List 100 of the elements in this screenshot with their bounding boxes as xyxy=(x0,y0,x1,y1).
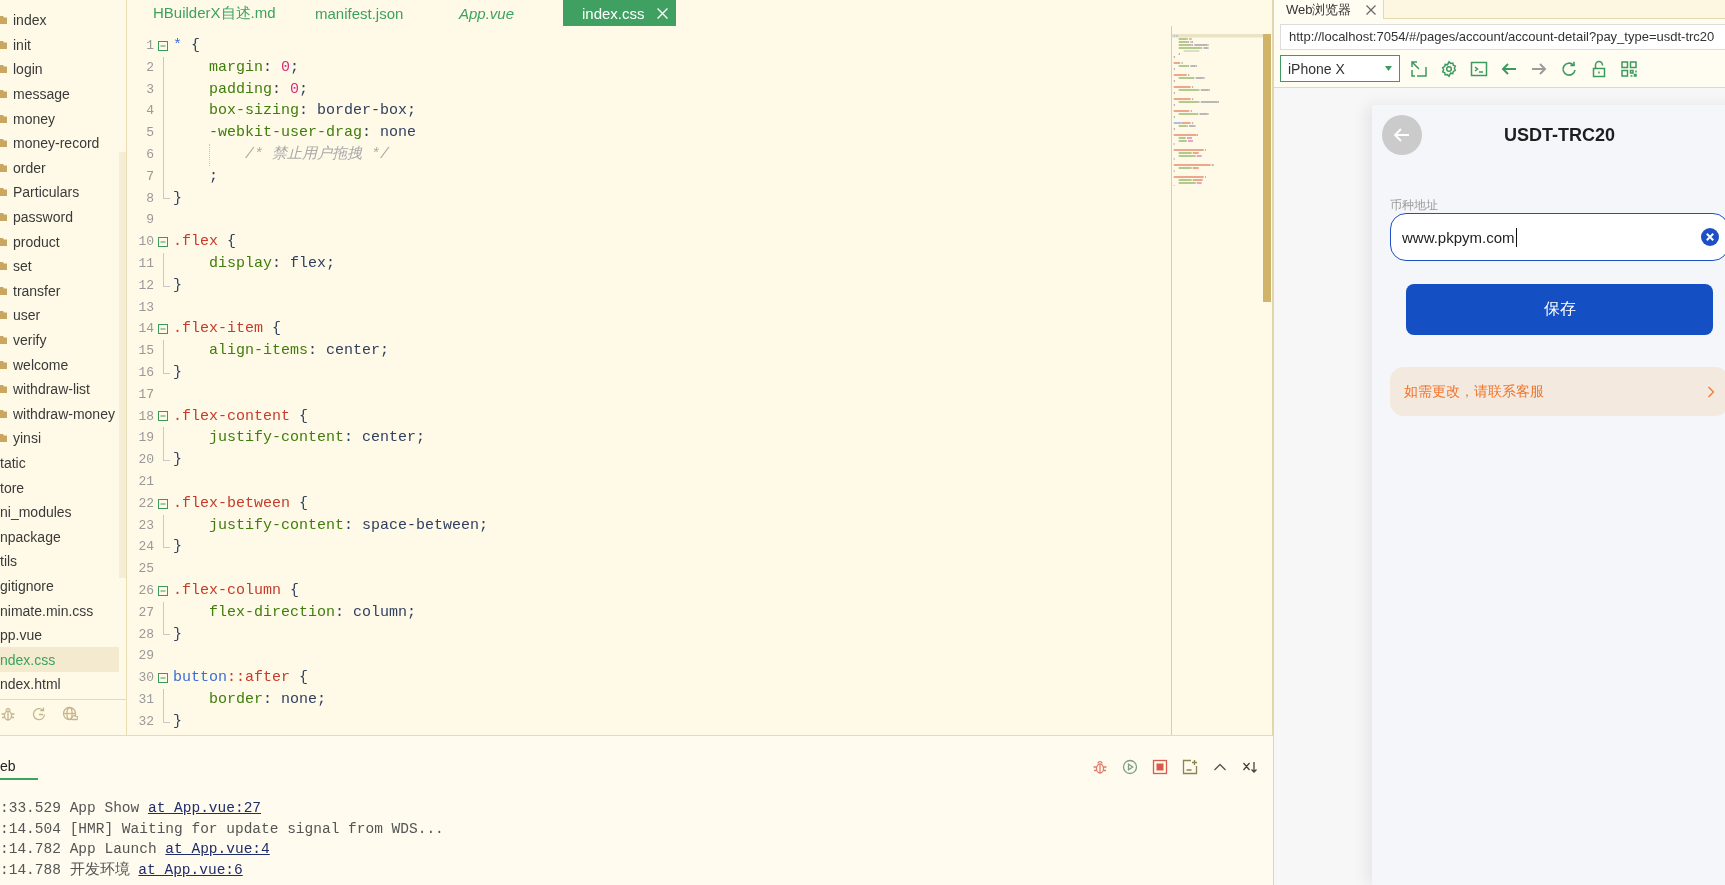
line-number: 28 xyxy=(137,625,154,644)
code-line: } xyxy=(173,188,182,209)
code-line: margin: 0; xyxy=(209,57,300,78)
stop-icon[interactable] xyxy=(1152,759,1168,775)
file-tree-item[interactable]: message xyxy=(0,81,119,107)
file-tree-item[interactable]: withdraw-list xyxy=(0,376,119,402)
grid-icon[interactable] xyxy=(1620,59,1638,78)
minus-box-icon[interactable] xyxy=(158,673,168,683)
code-line: button::after { xyxy=(173,668,309,689)
file-tree-item[interactable]: Particulars xyxy=(0,180,119,205)
file-tree-item[interactable]: set xyxy=(0,253,119,279)
minus-box-icon[interactable] xyxy=(158,411,168,422)
code-line: justify-content: space-between; xyxy=(209,515,489,536)
console-line: :14.504 [HMR] Waiting for update signal from WDS... xyxy=(0,819,444,839)
folder-icon xyxy=(0,359,7,370)
close-icon[interactable] xyxy=(1365,4,1376,15)
folder-icon xyxy=(0,162,7,173)
refresh-icon[interactable] xyxy=(1560,59,1578,78)
file-tree-item[interactable]: index xyxy=(0,8,119,33)
line-number: 8 xyxy=(145,189,154,208)
console-link[interactable]: at App.vue:4 xyxy=(165,841,270,857)
resize-icon[interactable] xyxy=(1410,59,1428,78)
file-tree-item[interactable]: transfer xyxy=(0,278,119,304)
file-tree-item[interactable]: money-record xyxy=(0,130,119,156)
code-line: box-sizing: border-box; xyxy=(209,101,417,122)
line-number: 7 xyxy=(145,167,154,186)
folder-icon xyxy=(0,187,7,198)
x-arrow-icon[interactable] xyxy=(1242,759,1258,775)
file-tree-item[interactable]: tatic xyxy=(0,450,119,476)
line-number: 29 xyxy=(137,647,154,666)
device-select[interactable]: iPhone X xyxy=(1280,55,1400,82)
code-line: } xyxy=(173,275,182,296)
globe-icon[interactable] xyxy=(62,706,78,722)
code-line: flex-direction: column; xyxy=(209,602,417,623)
file-tree-item[interactable]: welcome xyxy=(0,352,119,377)
minus-box-icon[interactable] xyxy=(158,40,168,51)
minus-box-icon[interactable] xyxy=(158,585,168,596)
file-tree-item[interactable]: product xyxy=(0,229,119,254)
browser-tab[interactable]: Web浏览器 xyxy=(1274,0,1384,19)
url-field[interactable]: http://localhost:7054/#/pages/account/account-detail?pay_type=usdt-trc20 xyxy=(1280,24,1725,50)
folder-icon xyxy=(0,261,7,272)
file-tree-item[interactable]: yinsi xyxy=(0,426,119,451)
file-tree-item[interactable]: withdraw-money xyxy=(0,401,119,427)
address-field[interactable]: www.pkpym.com xyxy=(1390,213,1725,261)
play-circle-icon[interactable] xyxy=(1122,759,1138,775)
file-tree-item[interactable]: npackage xyxy=(0,524,119,550)
padlock-icon[interactable] xyxy=(1590,59,1608,78)
file-tree-item[interactable]: money xyxy=(0,106,119,131)
chevron-right-icon xyxy=(1707,385,1715,398)
bug-icon[interactable] xyxy=(0,706,16,722)
minus-box-icon[interactable] xyxy=(158,324,168,335)
circular-arrow-icon[interactable] xyxy=(31,706,47,722)
line-number: 26 xyxy=(137,581,154,600)
console-link[interactable]: at App.vue:6 xyxy=(138,861,243,878)
line-number: 18 xyxy=(137,407,154,426)
folder-icon xyxy=(0,89,7,100)
settings-icon[interactable] xyxy=(1440,59,1458,78)
minus-box-icon[interactable] xyxy=(158,498,168,509)
console-link[interactable]: at App.vue:27 xyxy=(147,800,262,816)
line-number: 2 xyxy=(145,58,154,77)
line-number: 15 xyxy=(137,342,154,361)
code-line: } xyxy=(173,537,182,558)
line-number: 27 xyxy=(137,603,154,622)
file-tree-item[interactable]: verify xyxy=(0,327,119,353)
folder-icon xyxy=(0,15,7,26)
file-tree-item[interactable]: password xyxy=(0,204,119,230)
code-line: } xyxy=(173,711,182,732)
code-line: * { xyxy=(173,36,201,56)
clear-icon[interactable] xyxy=(1701,228,1719,246)
line-number: 9 xyxy=(145,211,154,230)
folder-icon xyxy=(0,212,7,223)
console-line: :33.529 App Show at App.vue:27 xyxy=(0,799,262,818)
file-tree-item[interactable]: user xyxy=(0,303,119,328)
file-tree-item[interactable]: init xyxy=(0,32,119,58)
code-line: } xyxy=(173,362,182,383)
save-button[interactable]: 保存 xyxy=(1406,284,1713,335)
line-number: 3 xyxy=(145,80,154,99)
bug-icon[interactable] xyxy=(1092,759,1108,775)
folder-icon xyxy=(0,433,7,444)
file-tree-item[interactable]: order xyxy=(0,155,119,181)
line-number: 10 xyxy=(137,233,154,252)
minus-box-icon[interactable] xyxy=(158,237,168,248)
code-line: align-items: center; xyxy=(209,341,390,362)
file-tree-item[interactable]: tore xyxy=(0,475,119,500)
file-tree-item[interactable]: pp.vue xyxy=(0,622,119,648)
console-tab[interactable]: eb xyxy=(0,758,38,780)
file-tree-item[interactable]: ndex.html xyxy=(0,672,119,697)
file-tree-item[interactable]: ni_modules xyxy=(0,499,119,525)
folder-icon xyxy=(0,138,7,149)
scrollbar[interactable] xyxy=(1263,34,1271,302)
folder-icon xyxy=(0,113,7,124)
terminal-icon[interactable] xyxy=(1470,59,1488,78)
file-tree-item[interactable]: tils xyxy=(0,549,119,574)
code-line: .flex-item { xyxy=(173,319,282,340)
file-tree-item[interactable]: nimate.min.css xyxy=(0,598,119,623)
scrollbar[interactable] xyxy=(119,152,126,578)
file-tree-item[interactable]: login xyxy=(0,57,119,82)
add-file-icon[interactable] xyxy=(1182,759,1198,775)
file-tree-item[interactable]: gitignore xyxy=(0,573,119,599)
code-line: border: none; xyxy=(209,689,327,710)
